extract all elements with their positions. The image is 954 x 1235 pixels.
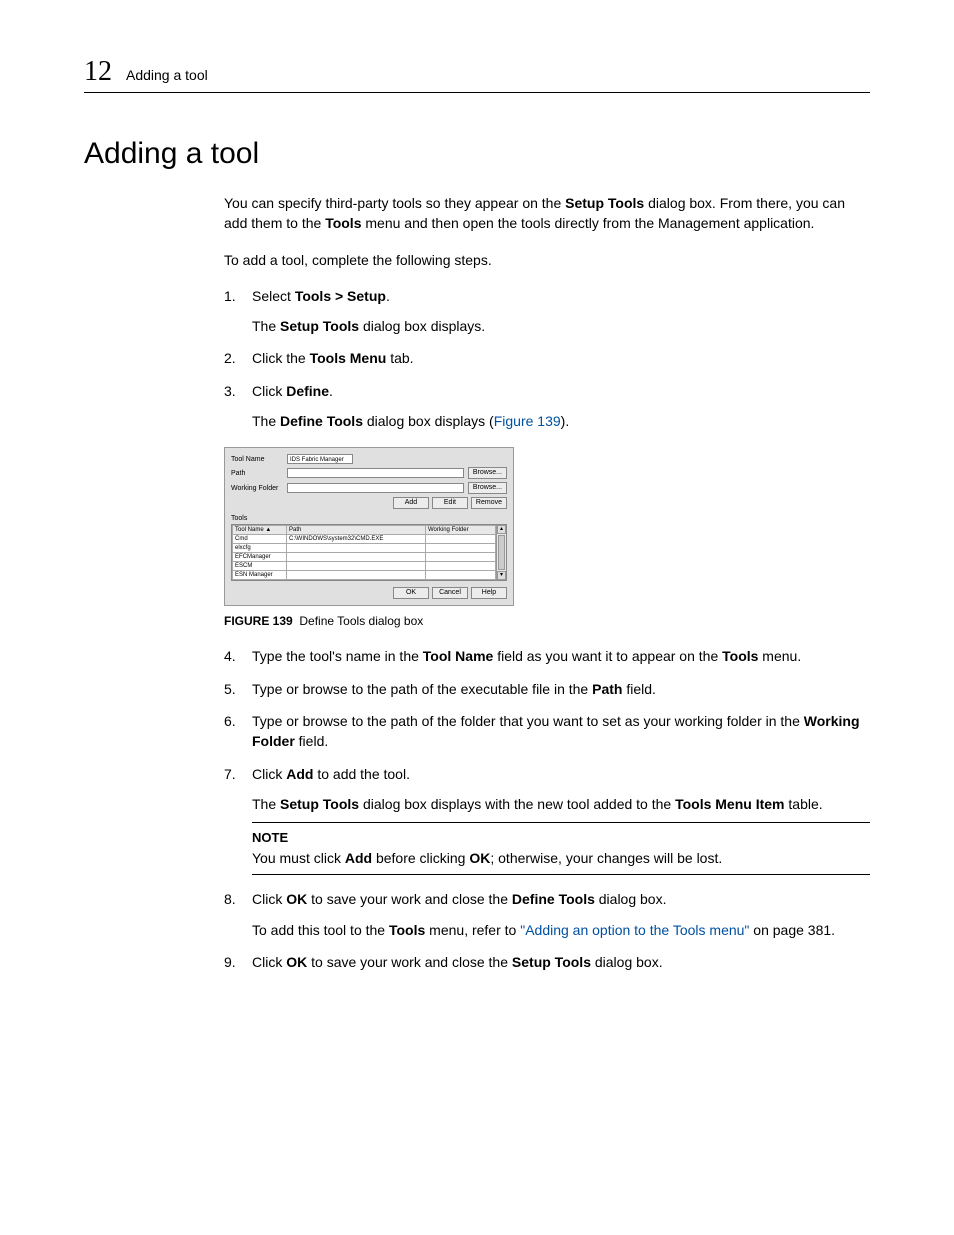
scroll-thumb[interactable] (498, 535, 505, 570)
col-path[interactable]: Path (287, 526, 426, 535)
note-body: You must click Add before clicking OK; o… (252, 848, 870, 868)
browse-folder-button[interactable]: Browse... (468, 482, 507, 494)
intro-paragraph-1: You can specify third-party tools so the… (224, 193, 870, 234)
scroll-down-icon[interactable]: ▾ (497, 571, 506, 580)
edit-button[interactable]: Edit (432, 497, 468, 509)
browse-path-button[interactable]: Browse... (468, 467, 507, 479)
add-button[interactable]: Add (393, 497, 429, 509)
step-4: Type the tool's name in the Tool Name fi… (224, 646, 870, 666)
steps-list-1: Select Tools > Setup. The Setup Tools di… (224, 286, 870, 431)
step-5: Type or browse to the path of the execut… (224, 679, 870, 699)
tools-table-wrap: Tool Name ▲ Path Working Folder CmdC:\WI… (231, 524, 507, 581)
col-working-folder[interactable]: Working Folder (426, 526, 496, 535)
working-folder-input[interactable] (287, 483, 464, 493)
ok-button[interactable]: OK (393, 587, 429, 599)
step-6: Type or browse to the path of the folder… (224, 711, 870, 752)
note-title: NOTE (252, 829, 870, 848)
figure-caption: FIGURE 139 Define Tools dialog box (224, 614, 870, 628)
path-input[interactable] (287, 468, 464, 478)
step-1-sub: The Setup Tools dialog box displays. (252, 316, 870, 336)
table-scrollbar[interactable]: ▴ ▾ (496, 525, 506, 580)
running-header: 12 Adding a tool (84, 56, 870, 93)
step-2: Click the Tools Menu tab. (224, 348, 870, 368)
help-button[interactable]: Help (471, 587, 507, 599)
define-tools-dialog: Tool Name IDS Fabric Manager Path Browse… (224, 447, 514, 606)
step-9: Click OK to save your work and close the… (224, 952, 870, 972)
cross-ref-link[interactable]: "Adding an option to the Tools menu" (520, 922, 749, 938)
note-block: NOTE You must click Add before clicking … (252, 822, 870, 875)
figure-139: Tool Name IDS Fabric Manager Path Browse… (224, 447, 870, 606)
steps-list-2: Type the tool's name in the Tool Name fi… (224, 646, 870, 972)
figure-link[interactable]: Figure 139 (494, 413, 561, 429)
table-row[interactable]: EFCManager (233, 553, 496, 562)
scroll-up-icon[interactable]: ▴ (497, 525, 506, 534)
step-7-sub: The Setup Tools dialog box displays with… (252, 794, 870, 814)
table-row[interactable]: CmdC:\WINDOWS\system32\CMD.EXE (233, 535, 496, 544)
step-7: Click Add to add the tool. The Setup Too… (224, 764, 870, 876)
tools-section-label: Tools (231, 515, 507, 522)
step-1: Select Tools > Setup. The Setup Tools di… (224, 286, 870, 337)
chapter-number: 12 (84, 56, 112, 88)
tool-name-label: Tool Name (231, 456, 283, 463)
step-8: Click OK to save your work and close the… (224, 889, 870, 940)
running-title: Adding a tool (126, 67, 208, 83)
table-row[interactable]: ESCM (233, 562, 496, 571)
step-3-sub: The Define Tools dialog box displays (Fi… (252, 411, 870, 431)
step-8-sub: To add this tool to the Tools menu, refe… (252, 920, 870, 940)
remove-button[interactable]: Remove (471, 497, 507, 509)
intro-paragraph-2: To add a tool, complete the following st… (224, 250, 870, 270)
step-3: Click Define. The Define Tools dialog bo… (224, 381, 870, 432)
path-label: Path (231, 470, 283, 477)
table-row[interactable]: ESN Manager (233, 571, 496, 580)
working-folder-label: Working Folder (231, 485, 283, 492)
table-row[interactable]: elxcfg (233, 544, 496, 553)
cancel-button[interactable]: Cancel (432, 587, 468, 599)
page-title: Adding a tool (84, 137, 870, 171)
col-tool-name[interactable]: Tool Name ▲ (233, 526, 287, 535)
tools-table: Tool Name ▲ Path Working Folder CmdC:\WI… (232, 525, 496, 580)
tool-name-input[interactable]: IDS Fabric Manager (287, 454, 353, 464)
